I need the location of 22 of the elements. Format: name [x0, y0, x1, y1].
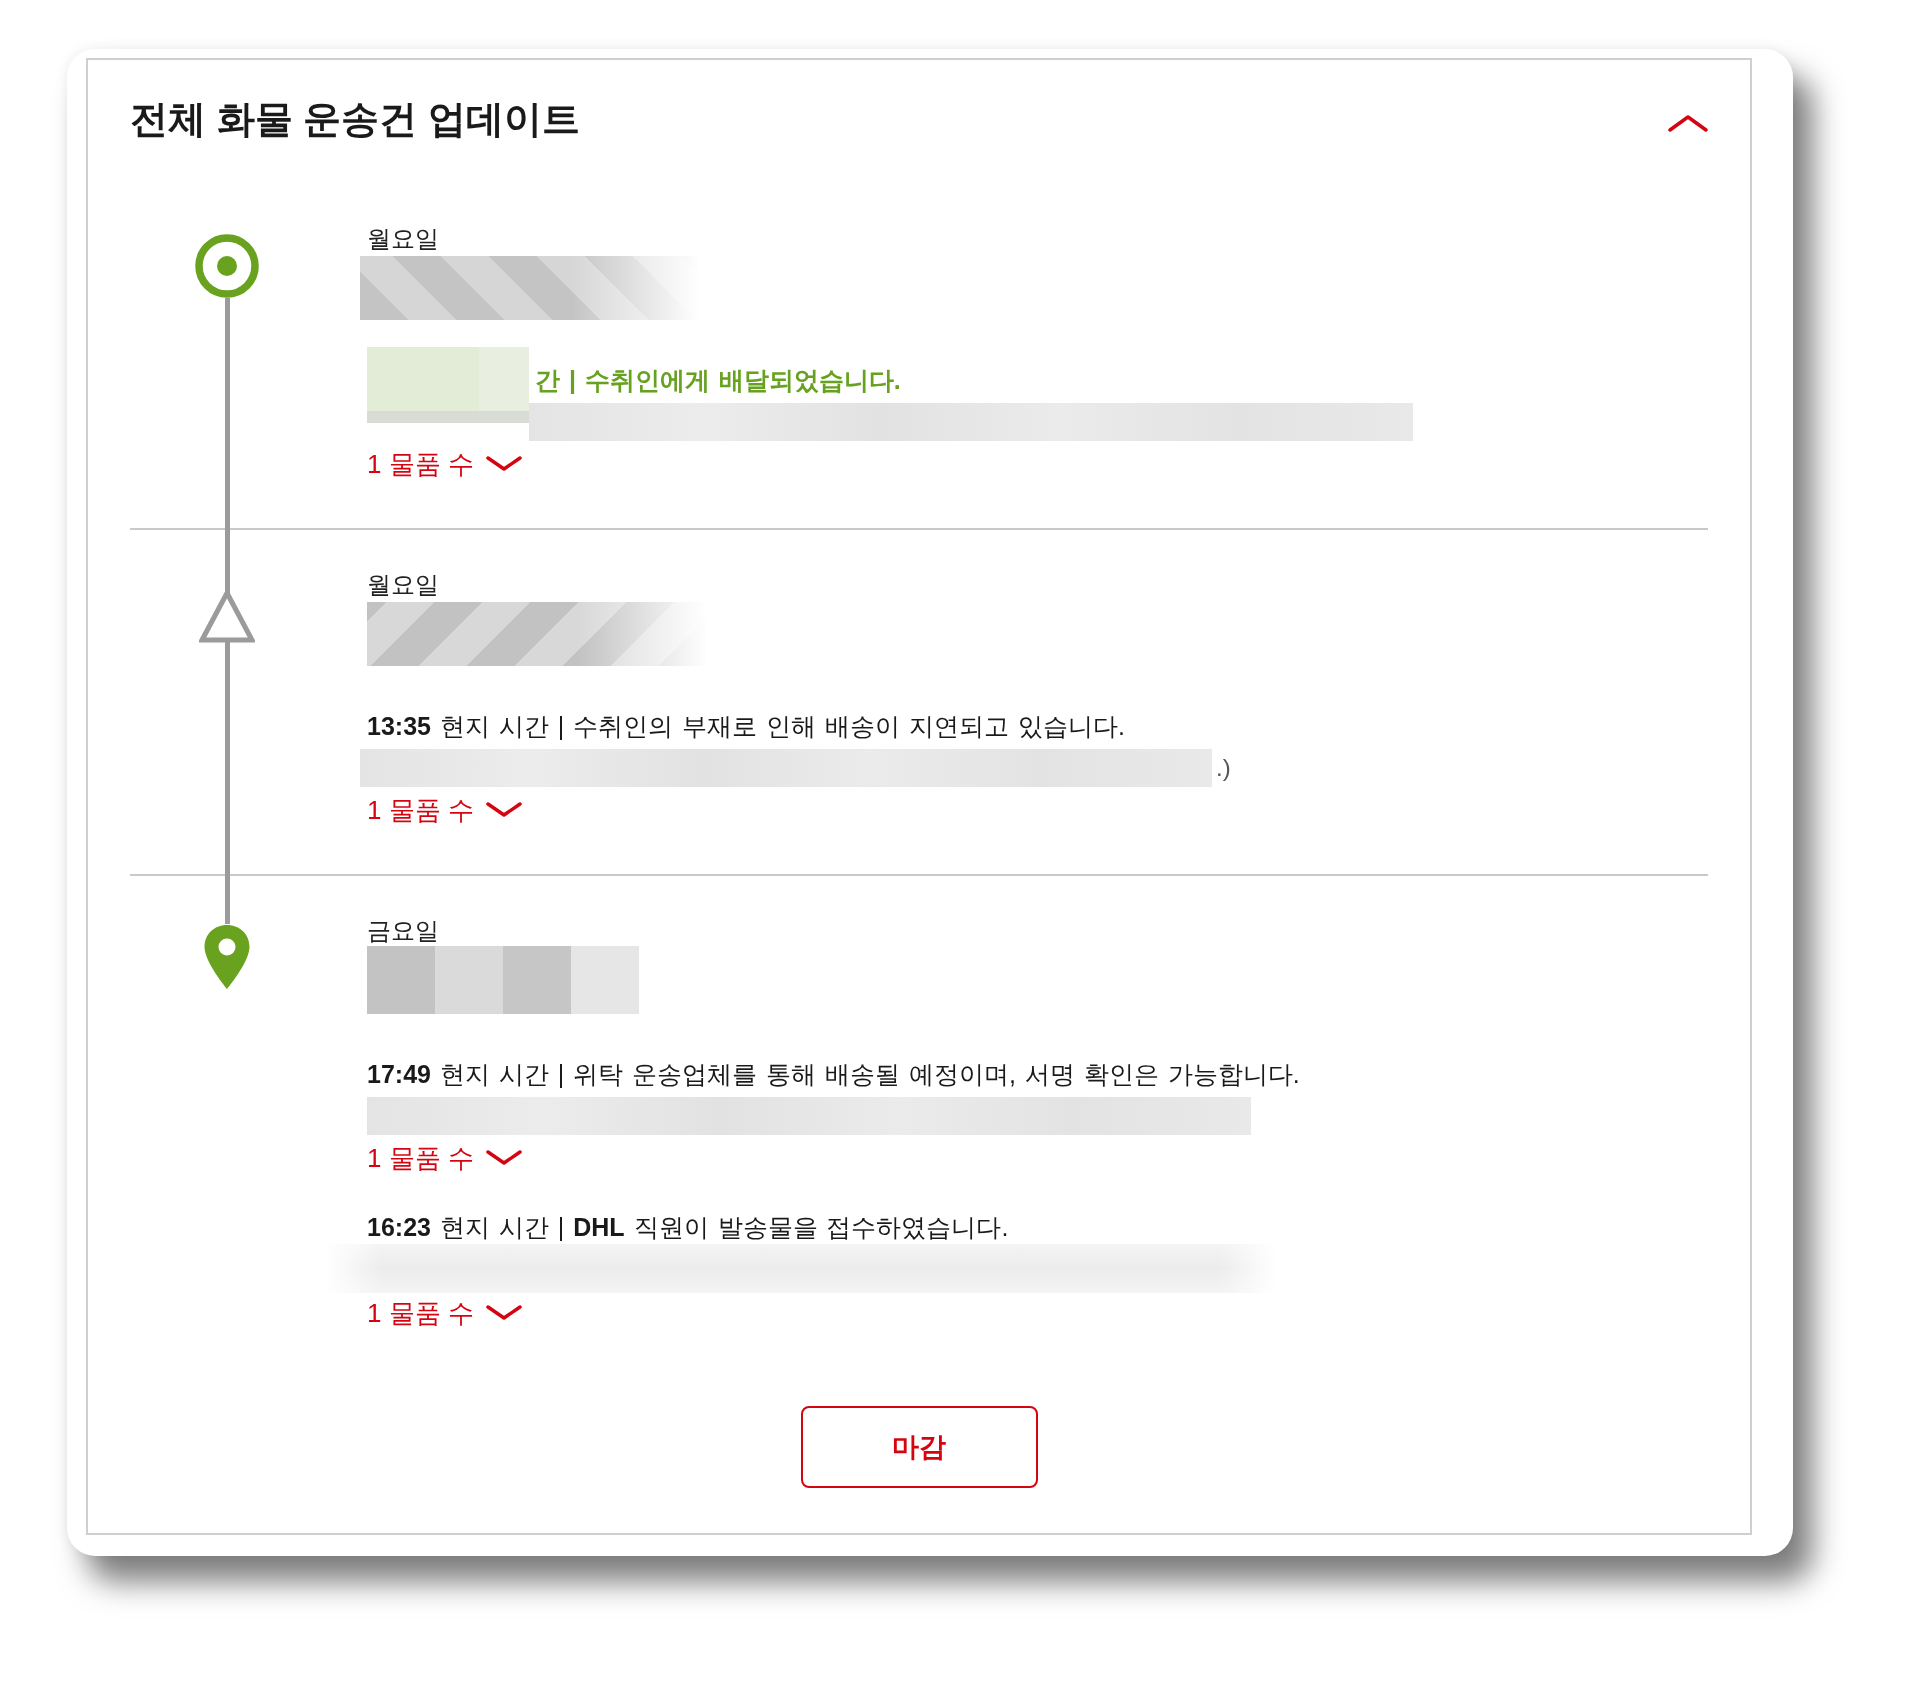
chevron-up-icon[interactable]	[1668, 114, 1708, 132]
status-text: 16:23 현지 시간 | DHL 직원이 발송물을 접수하였습니다.	[367, 1212, 1009, 1243]
panel-title: 전체 화물 운송건 업데이트	[130, 97, 580, 142]
chevron-down-icon	[485, 802, 522, 818]
item-count-link[interactable]: 1 물품 수	[367, 447, 522, 481]
status-text: 13:35 현지 시간 | 수취인의 부재로 인해 배송이 지연되고 있습니다.	[367, 711, 1125, 742]
triangle-icon	[199, 589, 255, 643]
item-count-link[interactable]: 1 물품 수	[367, 793, 522, 827]
weekday-label: 월요일	[367, 570, 439, 600]
chevron-down-icon	[485, 1305, 522, 1321]
weekday-label: 월요일	[367, 224, 439, 254]
status-text: 간 | 수취인에게 배달되었습니다.	[535, 365, 901, 396]
weekday-label: 금요일	[367, 916, 439, 946]
chevron-down-icon	[485, 1150, 522, 1166]
item-count-link[interactable]: 1 물품 수	[367, 1296, 522, 1330]
map-pin-icon	[203, 924, 251, 990]
status-text: 17:49 현지 시간 | 위탁 운송업체를 통해 배송될 예정이며, 서명 확인은 가능합니다.	[367, 1059, 1300, 1090]
target-icon	[195, 234, 259, 298]
close-button[interactable]: 마감	[800, 1406, 1038, 1488]
item-count-link[interactable]: 1 물품 수	[367, 1141, 522, 1175]
location-text: .)	[1216, 753, 1231, 783]
chevron-down-icon	[485, 456, 522, 472]
